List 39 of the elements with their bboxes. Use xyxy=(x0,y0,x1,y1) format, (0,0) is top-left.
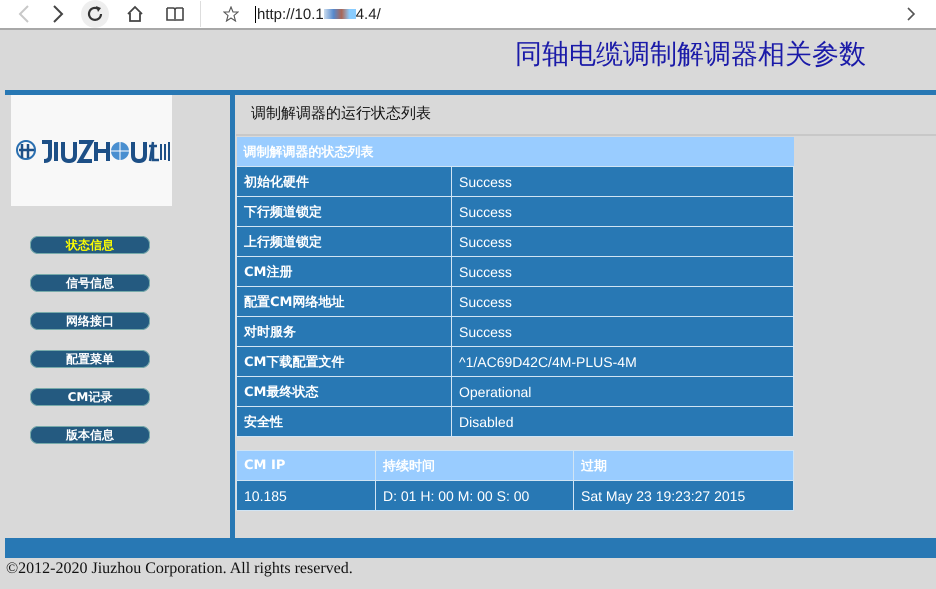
table-cell: CM注册 xyxy=(236,256,452,286)
page-title: 同轴电缆调制解调器相关参数 xyxy=(515,38,866,71)
table-cell: Operational xyxy=(452,376,794,406)
table-cell: Disabled xyxy=(452,406,794,436)
book-icon[interactable] xyxy=(166,6,184,22)
table-caption: 调制解调器的状态列表 xyxy=(236,137,794,166)
star-icon[interactable] xyxy=(223,6,239,22)
chevron-icon[interactable] xyxy=(906,6,916,22)
nav-button[interactable]: 配置菜单 xyxy=(30,350,150,368)
reload-icon[interactable] xyxy=(81,0,109,28)
table-cell: D: 01 H: 00 M: 00 S: 00 xyxy=(376,480,574,510)
column-header: 过期 xyxy=(574,450,794,480)
table-cell: 对时服务 xyxy=(236,316,452,346)
table-cell: Success xyxy=(452,286,794,316)
table-cell: CM最终状态 xyxy=(236,376,452,406)
table-cell: Success xyxy=(452,256,794,286)
nav-button[interactable]: 状态信息 xyxy=(30,236,150,254)
table-cell: 配置CM网络地址 xyxy=(236,286,452,316)
table-cell: Success xyxy=(452,316,794,346)
home-icon[interactable] xyxy=(126,5,144,23)
table-cell: Success xyxy=(452,166,794,196)
table-cell: Sat May 23 19:23:27 2015 xyxy=(574,480,794,510)
column-header: 持续时间 xyxy=(376,450,574,480)
table-cell: 安全性 xyxy=(236,406,452,436)
column-header: CM IP xyxy=(236,450,376,480)
nav-button[interactable]: CM记录 xyxy=(30,388,150,406)
table-cell: 初始化硬件 xyxy=(236,166,452,196)
forward-icon[interactable] xyxy=(52,5,64,23)
table-cell: 下行频道锁定 xyxy=(236,196,452,226)
copyright-text: ©2012-2020 Jiuzhou Corporation. All rights reserved. xyxy=(5,559,354,578)
table-cell: Success xyxy=(452,226,794,256)
table-cell: Success xyxy=(452,196,794,226)
table-cell: 上行频道锁定 xyxy=(236,226,452,256)
table-cell: ^1/AC69D42C/4M-PLUS-4M xyxy=(452,346,794,376)
nav-button[interactable]: 信号信息 xyxy=(30,274,150,292)
nav-button[interactable]: 网络接口 xyxy=(30,312,150,330)
table-cell: CM下载配置文件 xyxy=(236,346,452,376)
table-cell: 10.185 xyxy=(236,480,376,510)
nav-button[interactable]: 版本信息 xyxy=(30,426,150,444)
